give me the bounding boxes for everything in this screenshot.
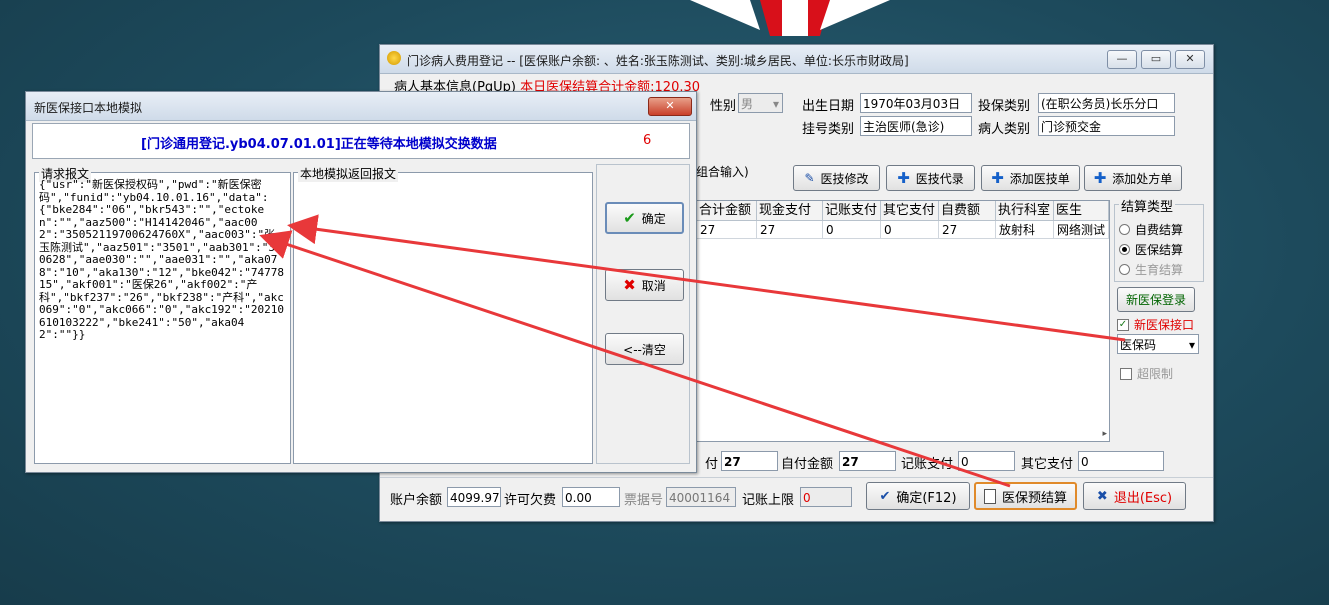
dialog-title: 新医保接口本地模拟 <box>34 101 143 115</box>
account-pay-field: 0 <box>958 451 1015 471</box>
check-icon: ✔ <box>879 488 891 504</box>
radio-selected-icon <box>1119 244 1130 255</box>
radio-birth-settle[interactable]: 生育结算 <box>1119 261 1183 278</box>
grid-header-account: 记账支付 <box>823 201 881 221</box>
document-icon <box>983 488 996 504</box>
grid-header-cash: 现金支付 <box>757 201 823 221</box>
app-icon <box>387 51 401 65</box>
dialog-header-bar: [门诊通用登记.yb04.07.01.01]正在等待本地模拟交换数据 6 <box>32 123 690 159</box>
confirm-button[interactable]: ✔ 确定(F12) <box>866 482 970 510</box>
over-limit-checkbox[interactable]: 超限制 <box>1120 365 1173 382</box>
response-panel: 本地模拟返回报文 <box>293 165 593 464</box>
patient-type-field[interactable]: 门诊预交金 <box>1038 116 1175 136</box>
dialog-cancel-button[interactable]: ✖ 取消 <box>605 269 684 301</box>
combo-input-hint: 组合输入) <box>696 165 749 179</box>
maximize-button[interactable]: ▭ <box>1141 50 1171 69</box>
plus-icon: ✚ <box>897 169 910 187</box>
fee-grid[interactable]: 合计金额 现金支付 记账支付 其它支付 自费额 执行科室 医生 27 27 0 … <box>696 200 1110 442</box>
chevron-down-icon: ▾ <box>1188 338 1195 352</box>
register-type-label: 挂号类别 <box>802 122 855 137</box>
dialog-header-text: [门诊通用登记.yb04.07.01.01]正在等待本地模拟交换数据 <box>141 137 497 152</box>
minimize-button[interactable]: — <box>1107 50 1137 69</box>
insure-type-label: 投保类别 <box>978 99 1031 114</box>
plus-icon: ✚ <box>1093 169 1107 187</box>
table-row-cell: 网络测试 <box>1054 221 1109 239</box>
radio-icon <box>1119 224 1130 235</box>
dialog-clear-button[interactable]: <--清空 <box>605 333 684 365</box>
close-x-icon: ✖ <box>623 276 636 294</box>
balance-label: 账户余额 <box>390 493 443 508</box>
grid-header-dept: 执行科室 <box>996 201 1054 221</box>
mock-interface-dialog: 新医保接口本地模拟 ✕ [门诊通用登记.yb04.07.01.01]正在等待本地… <box>25 91 697 473</box>
gender-select[interactable]: 男 ▾ <box>738 93 783 113</box>
gender-label: 性别 <box>710 99 737 114</box>
table-row-cell: 27 <box>939 221 996 239</box>
self-pay-label: 自付金额 <box>781 457 834 472</box>
exit-button[interactable]: ✖ 退出(Esc) <box>1083 482 1186 510</box>
tech-proxy-button[interactable]: ✚ 医技代录 <box>886 165 975 191</box>
close-x-icon: ✖ <box>1096 488 1108 504</box>
table-row-cell: 0 <box>823 221 881 239</box>
radio-self-settle[interactable]: 自费结算 <box>1119 221 1183 238</box>
self-pay-field: 27 <box>839 451 896 471</box>
radio-icon <box>1119 264 1130 275</box>
checkbox-checked-icon: ✓ <box>1117 318 1129 331</box>
patient-type-label: 病人类别 <box>978 122 1031 137</box>
plus-icon: ✚ <box>991 169 1004 187</box>
dialog-titlebar: 新医保接口本地模拟 ✕ <box>26 92 696 121</box>
new-insure-port-checkbox[interactable]: ✓ 新医保接口 <box>1117 316 1194 333</box>
response-text-area[interactable] <box>296 179 590 461</box>
insure-type-field[interactable]: (在职公务员)长乐分口 <box>1038 93 1175 113</box>
allow-debt-field[interactable]: 0.00 <box>562 487 620 507</box>
check-icon: ✔ <box>623 209 636 227</box>
settle-type-title: 结算类型 <box>1119 196 1176 215</box>
main-titlebar: 门诊病人费用登记 -- [医保账户余额: 、姓名:张玉陈测试、类别:城乡居民、单… <box>380 45 1213 74</box>
pay-field: 27 <box>721 451 778 471</box>
grid-scroll-arrow[interactable]: ▸ <box>1102 429 1107 439</box>
invoice-label: 票据号 <box>624 493 664 508</box>
checkbox-icon <box>1120 367 1132 380</box>
balance-field: 4099.97 <box>447 487 501 507</box>
dialog-close-button[interactable]: ✕ <box>648 97 692 116</box>
radio-insure-settle[interactable]: 医保结算 <box>1119 241 1183 258</box>
request-panel: 请求报文 {"usr":"新医保授权码","pwd":"新医保密码","funi… <box>34 165 291 464</box>
table-row-cell: 27 <box>697 221 757 239</box>
other-pay-label: 其它支付 <box>1021 457 1074 472</box>
close-button[interactable]: ✕ <box>1175 50 1205 69</box>
tech-edit-button[interactable]: ✎ 医技修改 <box>793 165 880 191</box>
grid-header-doctor: 医生 <box>1054 201 1109 221</box>
chevron-down-icon: ▾ <box>772 97 779 111</box>
code-type-select[interactable]: 医保码 ▾ <box>1117 334 1199 354</box>
pay-label: 付 <box>705 457 719 472</box>
grid-header-self: 自费额 <box>939 201 996 221</box>
new-insure-login-button[interactable]: 新医保登录 <box>1117 287 1195 312</box>
invoice-field: 40001164 <box>666 487 736 507</box>
settle-type-group: 结算类型 自费结算 医保结算 生育结算 <box>1114 196 1204 282</box>
pencil-icon: ✎ <box>804 171 815 185</box>
add-tech-button[interactable]: ✚ 添加医技单 <box>981 165 1080 191</box>
grid-header-total: 合计金额 <box>697 201 757 221</box>
red-cross-logo <box>690 0 890 36</box>
grid-header-other: 其它支付 <box>881 201 939 221</box>
add-rx-button[interactable]: ✚ 添加处方单 <box>1084 165 1182 191</box>
register-type-field[interactable]: 主治医师(急诊) <box>860 116 972 136</box>
account-limit-field: 0 <box>800 487 852 507</box>
birth-field[interactable]: 1970年03月03日 <box>860 93 972 113</box>
table-row-cell: 27 <box>757 221 823 239</box>
main-window-title: 门诊病人费用登记 -- [医保账户余额: 、姓名:张玉陈测试、类别:城乡居民、单… <box>407 54 909 68</box>
account-limit-label: 记账上限 <box>742 493 795 508</box>
bottom-divider <box>380 477 1213 478</box>
countdown-counter: 6 <box>643 133 652 148</box>
pre-settle-button[interactable]: 医保预结算 <box>974 482 1077 510</box>
allow-debt-label: 许可欠费 <box>504 493 557 508</box>
table-row-cell: 放射科 <box>996 221 1054 239</box>
birth-label: 出生日期 <box>802 99 855 114</box>
account-pay-label: 记账支付 <box>901 457 954 472</box>
table-row-cell: 0 <box>881 221 939 239</box>
request-text-area[interactable]: {"usr":"新医保授权码","pwd":"新医保密码","funid":"y… <box>39 178 286 342</box>
other-pay-field: 0 <box>1078 451 1164 471</box>
dialog-ok-button[interactable]: ✔ 确定 <box>605 202 684 234</box>
